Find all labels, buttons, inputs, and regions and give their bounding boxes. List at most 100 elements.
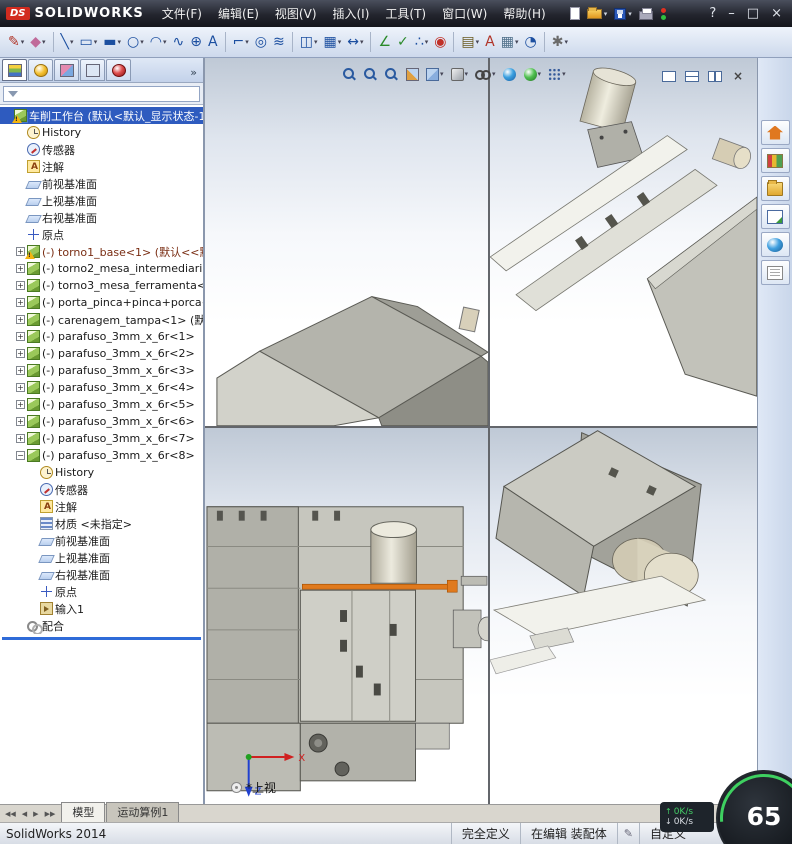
tree-item[interactable]: + (-) parafuso_3mm_x_6r<7> <box>0 430 203 447</box>
linear-pattern-button[interactable]: ▦ ▾ <box>320 30 344 54</box>
new-document-button[interactable] <box>569 7 580 20</box>
model-isometric-assembly[interactable] <box>490 64 757 397</box>
design-library-tab[interactable] <box>760 148 790 173</box>
viewport-pane-top-left[interactable] <box>205 58 490 428</box>
menu-window[interactable]: 窗口(W) <box>434 1 495 26</box>
view-palette-tab[interactable] <box>760 204 790 229</box>
display-relations-button[interactable]: ∠ <box>375 30 394 54</box>
tree-item[interactable]: 配合 <box>0 617 203 634</box>
tab-motion-study[interactable]: 运动算例1 <box>106 802 180 822</box>
menu-tools[interactable]: 工具(T) <box>377 1 434 26</box>
expand-expander[interactable]: + <box>16 366 25 375</box>
last-tab-button[interactable]: ▶▶ <box>43 810 58 818</box>
panel-overflow-button[interactable]: » <box>188 66 201 81</box>
featuremanager-tab[interactable] <box>2 59 27 81</box>
tree-item[interactable]: 传感器 <box>0 141 203 158</box>
tree-item[interactable]: + (-) torno3_mesa_ferramenta<1> <box>0 277 203 294</box>
view-settings-button[interactable]: ▾ <box>546 63 568 85</box>
tree-item[interactable]: 右视基准面 <box>0 566 203 583</box>
close-view-button[interactable]: × <box>729 65 747 87</box>
expand-expander[interactable]: + <box>16 349 25 358</box>
displaymanager-tab[interactable] <box>106 59 131 81</box>
tree-item[interactable]: 上视基准面 <box>0 192 203 209</box>
zoom-to-fit-button[interactable] <box>340 63 358 85</box>
collapse-expander[interactable]: − <box>16 451 25 460</box>
split-vertical-button[interactable] <box>706 65 724 87</box>
menu-insert[interactable]: 插入(I) <box>325 1 378 26</box>
tree-item[interactable]: + (-) torno2_mesa_intermediaria<1> <box>0 260 203 277</box>
file-explorer-tab[interactable] <box>760 176 790 201</box>
save-button[interactable]: ▾ <box>614 7 632 20</box>
maximize-button[interactable]: □ <box>747 6 759 21</box>
hide-show-items-button[interactable]: ▾ <box>473 63 498 85</box>
close-button[interactable]: × <box>771 6 782 21</box>
view-orientation-button[interactable]: ▾ <box>424 63 446 85</box>
tree-item[interactable]: History <box>0 464 203 481</box>
zoom-to-area-button[interactable] <box>361 63 379 85</box>
table-button[interactable]: ▦ ▾ <box>498 30 522 54</box>
tree-item[interactable]: History <box>0 124 203 141</box>
tree-item[interactable]: + (-) carenagem_tampa<1> (默认<<默认>_显示状态 1>… <box>0 311 203 328</box>
menu-edit[interactable]: 编辑(E) <box>210 1 267 26</box>
quick-snaps-button[interactable]: ∴ ▾ <box>412 30 431 54</box>
convert-entities-button[interactable]: ◎ <box>252 30 270 54</box>
tree-item[interactable]: 注解 <box>0 158 203 175</box>
expand-expander[interactable]: + <box>16 264 25 273</box>
options-button[interactable]: ✱ ▾ <box>549 30 571 54</box>
offset-entities-button[interactable]: ≋ <box>270 30 288 54</box>
open-document-button[interactable]: ▾ <box>586 6 607 19</box>
section-view-button[interactable] <box>403 63 421 85</box>
tree-item[interactable]: 注解 <box>0 498 203 515</box>
tree-item[interactable]: + (-) parafuso_3mm_x_6r<2> <box>0 345 203 362</box>
tree-item[interactable]: 前视基准面 <box>0 532 203 549</box>
solidworks-resources-tab[interactable] <box>760 120 790 145</box>
appearances-tab[interactable] <box>760 232 790 257</box>
tree-item[interactable]: + (-) parafuso_3mm_x_6r<5> <box>0 396 203 413</box>
next-tab-button[interactable]: ▶ <box>31 810 40 818</box>
expand-expander[interactable]: + <box>16 400 25 409</box>
prev-tab-button[interactable]: ◀ <box>20 810 29 818</box>
rollback-bar[interactable] <box>2 637 201 640</box>
expand-expander[interactable]: + <box>16 383 25 392</box>
fillet-button[interactable]: ⌐ ▾ <box>230 30 252 54</box>
configurationmanager-tab[interactable] <box>54 59 79 81</box>
dimxpertmanager-tab[interactable] <box>80 59 105 81</box>
expand-expander[interactable]: + <box>16 417 25 426</box>
evaluate-button[interactable]: ◔ <box>522 30 540 54</box>
tree-item[interactable]: − (-) parafuso_3mm_x_6r<8> <box>0 447 203 464</box>
edit-appearance-button[interactable] <box>501 63 519 85</box>
sketch-pattern-button[interactable]: ▤ ▾ <box>458 30 482 54</box>
split-horizontal-button[interactable] <box>683 65 701 87</box>
tree-item[interactable]: 输入1 <box>0 600 203 617</box>
viewport-pane-top-right[interactable] <box>490 58 757 428</box>
tree-item[interactable]: + (-) parafuso_3mm_x_6r<6> <box>0 413 203 430</box>
tab-model[interactable]: 模型 <box>61 802 106 822</box>
model-top-view[interactable] <box>206 506 488 792</box>
tree-item[interactable]: 传感器 <box>0 481 203 498</box>
arc-button[interactable]: ◠ ▾ <box>147 30 170 54</box>
mirror-entities-button[interactable]: ◫ ▾ <box>297 30 321 54</box>
model-base-assembly[interactable] <box>490 430 707 675</box>
custom-properties-tab[interactable] <box>760 260 790 285</box>
tree-item[interactable]: 上视基准面 <box>0 549 203 566</box>
tree-item[interactable]: 原点 <box>0 226 203 243</box>
rapid-sketch-button[interactable]: ◉ <box>431 30 449 54</box>
first-tab-button[interactable]: ◀◀ <box>3 810 18 818</box>
tree-item[interactable]: 右视基准面 <box>0 209 203 226</box>
tree-item[interactable]: 材质 <未指定> <box>0 515 203 532</box>
filter-input[interactable] <box>3 85 200 102</box>
tree-item[interactable]: + (-) parafuso_3mm_x_6r<1> <box>0 328 203 345</box>
expand-expander[interactable]: + <box>16 247 25 256</box>
tree-root-item[interactable]: 车削工作台 (默认<默认_显示状态-1>) <box>0 107 203 124</box>
model-housing-cover[interactable] <box>216 296 488 426</box>
tree-item[interactable]: + (-) parafuso_3mm_x_6r<4> <box>0 379 203 396</box>
display-style-button[interactable]: ▾ <box>449 63 471 85</box>
apply-scene-button[interactable]: ▾ <box>522 63 544 85</box>
menu-file[interactable]: 文件(F) <box>154 1 210 26</box>
expand-expander[interactable]: + <box>16 434 25 443</box>
text-button[interactable]: A <box>205 30 221 54</box>
expand-expander[interactable]: + <box>16 332 25 341</box>
previous-view-button[interactable] <box>382 63 400 85</box>
slot-button[interactable]: ▬ ▾ <box>100 30 124 54</box>
help-button[interactable]: ? <box>709 6 716 21</box>
